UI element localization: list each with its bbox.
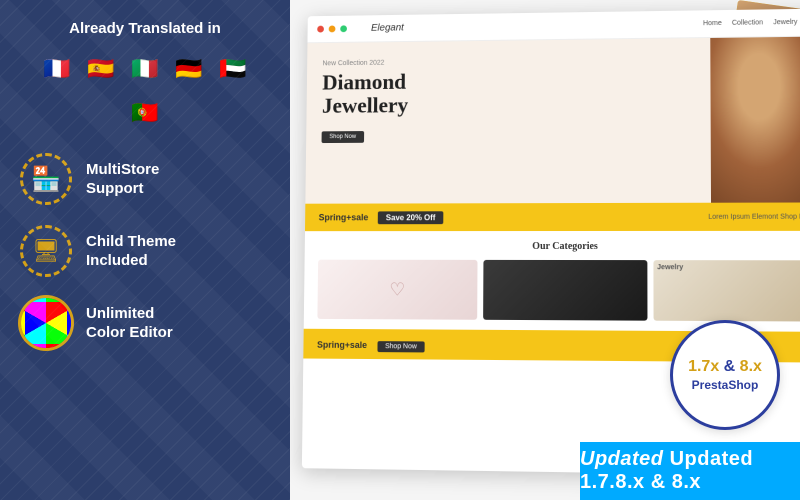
- earring-icon: ♡: [389, 279, 405, 300]
- left-panel: Already Translated in 🇫🇷 🇪🇸 🇮🇹 🇩🇪 🇦🇪 🇵🇹 …: [0, 0, 290, 500]
- color-wheel: [21, 298, 71, 348]
- bottom-shop-btn: Shop Now: [377, 341, 425, 352]
- color-editor-text: Unlimited Color Editor: [86, 304, 173, 343]
- prestashop-label: PrestaShop: [692, 378, 759, 392]
- feature-child-theme: 🖥 Child Theme Included: [20, 225, 270, 277]
- feature-color-editor: Unlimited Color Editor: [20, 297, 270, 349]
- category-model: [483, 260, 647, 321]
- child-theme-icon: 🖥: [20, 225, 72, 277]
- nav-item: Jewelry: [773, 19, 797, 26]
- nav-items: Home Collection Jewelry Sale: [703, 19, 800, 28]
- update-banner: Updated Updated 1.7.8.x & 8.x: [580, 442, 800, 500]
- feature-multistore: 🏪 MultiStore Support: [20, 153, 270, 205]
- nav-item: Collection: [732, 19, 763, 26]
- flag-es: 🇪🇸: [83, 51, 119, 87]
- banner-spring-text: Spring+sale: [319, 212, 369, 222]
- categories-title: Our Categories: [318, 241, 800, 252]
- hero-title: Diamond Jewellery: [322, 67, 695, 118]
- banner-sale-badge: Save 20% Off: [378, 211, 443, 224]
- prestashop-badge: 1.7x & 8.x PrestaShop: [670, 320, 780, 430]
- dot-green: [340, 25, 347, 32]
- flags-row: 🇫🇷 🇪🇸 🇮🇹 🇩🇪 🇦🇪 🇵🇹: [20, 51, 270, 131]
- hero-image: [710, 36, 800, 202]
- bottom-spring-text: Spring+sale: [317, 340, 367, 350]
- categories-section: Our Categories ♡ Jewelry: [304, 231, 800, 332]
- multistore-text: MultiStore Support: [86, 160, 159, 199]
- hero-model-bg: [710, 36, 800, 202]
- color-wheel-icon: [20, 297, 72, 349]
- flag-de: 🇩🇪: [171, 51, 207, 87]
- flag-fr: 🇫🇷: [39, 51, 75, 87]
- translated-title: Already Translated in: [69, 20, 221, 37]
- prestashop-version: 1.7x & 8.x: [688, 358, 762, 376]
- update-text: Updated Updated 1.7.8.x & 8.x: [580, 448, 800, 494]
- child-theme-text: Child Theme Included: [86, 232, 176, 271]
- hero-section: New Collection 2022 Diamond Jewellery Sh…: [305, 36, 800, 203]
- flag-it: 🇮🇹: [127, 51, 163, 87]
- hero-button: Shop Now: [322, 131, 364, 143]
- right-panel: Elegant Home Collection Jewelry Sale New…: [290, 0, 800, 500]
- dot-red: [317, 26, 324, 33]
- hero-left: New Collection 2022 Diamond Jewellery Sh…: [305, 38, 711, 204]
- flag-pt: 🇵🇹: [127, 95, 163, 131]
- nav-item: Home: [703, 20, 722, 27]
- hero-small-text: New Collection 2022: [322, 56, 694, 67]
- flag-ae: 🇦🇪: [215, 51, 251, 87]
- category-jewelry: Jewelry: [653, 260, 800, 321]
- dot-yellow: [329, 26, 336, 33]
- categories-grid: ♡ Jewelry: [317, 260, 800, 322]
- multistore-icon: 🏪: [20, 153, 72, 205]
- banner-lorem-text: Lorem Ipsum Elemont Shop Now >: [708, 213, 800, 220]
- site-logo: Elegant: [371, 23, 404, 34]
- promo-banner: Spring+sale Save 20% Off Lorem Ipsum Ele…: [305, 202, 800, 231]
- category-earrings: ♡: [317, 260, 477, 320]
